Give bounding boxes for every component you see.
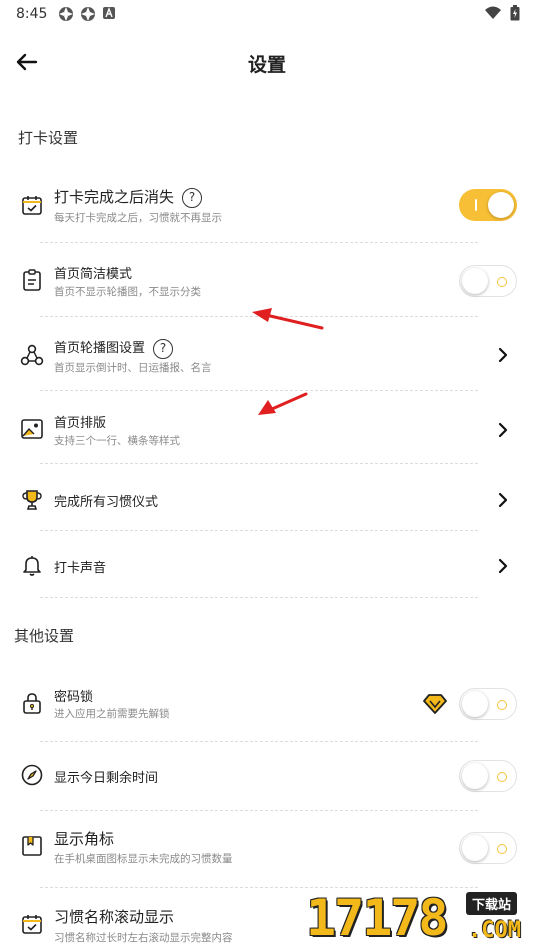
toggle-off-indicator: [497, 700, 507, 710]
app-bar: 设置: [0, 40, 534, 84]
notification-icons: [58, 6, 116, 22]
disappear-toggle[interactable]: [459, 189, 517, 221]
setting-title: 完成所有习惯仪式: [54, 495, 159, 510]
help-icon[interactable]: ?: [182, 187, 203, 208]
vip-diamond-icon[interactable]: [422, 693, 448, 715]
setting-title: 密码锁: [54, 690, 94, 705]
setting-subtitle: 每天打卡完成之后，习惯就不再显示: [54, 212, 222, 224]
watermark-logo: 17178 下载站 .COM: [306, 888, 534, 950]
setting-badge[interactable]: 显示角标 在手机桌面图标显示未完成的习惯数量: [0, 826, 534, 870]
setting-subtitle: 在手机桌面图标显示未完成的习惯数量: [54, 853, 233, 865]
system-icons: [484, 5, 520, 21]
watermark-digits: 17178: [306, 889, 449, 947]
simple-mode-toggle[interactable]: [459, 265, 517, 297]
setting-title: 首页排版: [54, 416, 107, 431]
page-title: 设置: [247, 54, 286, 76]
chevron-right-icon[interactable]: [494, 557, 512, 575]
setting-subtitle: 进入应用之前需要先解锁: [54, 708, 170, 720]
setting-subtitle: 支持三个一行、横条等样式: [54, 435, 180, 447]
annotation-arrow: [252, 308, 324, 330]
app-notification-icon: [81, 7, 95, 21]
clipboard-icon: [23, 269, 41, 291]
setting-title: 首页简洁模式: [54, 267, 133, 282]
password-lock-toggle[interactable]: [459, 688, 517, 720]
compass-icon: [21, 764, 43, 786]
bookmark-icon: [22, 836, 42, 856]
setting-title: 显示今日剩余时间: [54, 771, 159, 786]
trophy-icon: [22, 490, 42, 510]
divider: [40, 530, 478, 531]
toggle-on-indicator: [475, 199, 477, 211]
toggle-off-indicator: [497, 844, 507, 854]
badge-toggle[interactable]: [459, 832, 517, 864]
a-notification-icon: [103, 7, 115, 19]
wifi-icon: [485, 6, 501, 19]
toggle-knob: [462, 763, 488, 789]
setting-remaining-time[interactable]: 显示今日剩余时间: [0, 760, 534, 792]
setting-ritual[interactable]: 完成所有习惯仪式: [0, 484, 534, 516]
toggle-knob: [488, 192, 514, 218]
chevron-right-icon[interactable]: [494, 346, 512, 364]
divider: [40, 810, 478, 811]
calendar-check-icon: [22, 196, 42, 215]
section-title-other: 其他设置: [14, 627, 75, 645]
image-icon: [21, 419, 43, 439]
setting-title-text: 打卡完成之后消失: [54, 188, 175, 206]
calendar-check-icon: [22, 915, 42, 934]
divider: [40, 597, 478, 598]
status-bar: 8:45: [0, 0, 534, 28]
setting-subtitle: 习惯名称过长时左右滚动显示完整内容: [54, 932, 233, 944]
watermark-badge: 下载站: [466, 892, 518, 915]
remaining-time-toggle[interactable]: [459, 760, 517, 792]
toggle-knob: [462, 691, 488, 717]
toggle-off-indicator: [497, 277, 507, 287]
divider: [40, 242, 478, 243]
annotation-arrow: [258, 392, 308, 415]
setting-title: 打卡完成之后消失?: [54, 186, 203, 208]
setting-title: 首页轮播图设置?: [54, 337, 174, 359]
setting-subtitle: 首页不显示轮播图，不显示分类: [54, 286, 201, 298]
nodes-icon: [20, 344, 44, 366]
toggle-off-indicator: [497, 772, 507, 782]
battery-icon: [510, 5, 520, 21]
setting-title: 习惯名称滚动显示: [54, 908, 175, 926]
divider: [40, 741, 478, 742]
setting-title-text: 首页轮播图设置: [54, 341, 146, 356]
lock-icon: [23, 693, 41, 714]
setting-simple-mode[interactable]: 首页简洁模式 首页不显示轮播图，不显示分类: [0, 258, 534, 308]
toggle-knob: [462, 835, 488, 861]
setting-title: 打卡声音: [54, 561, 107, 576]
bell-icon: [23, 556, 41, 576]
app-notification-icon: [59, 7, 73, 21]
chevron-right-icon[interactable]: [494, 491, 512, 509]
section-title-checkin: 打卡设置: [18, 129, 79, 147]
setting-sound[interactable]: 打卡声音: [0, 550, 534, 582]
setting-disappear-after-checkin[interactable]: 打卡完成之后消失? 每天打卡完成之后，习惯就不再显示: [0, 180, 534, 232]
help-icon[interactable]: ?: [153, 338, 174, 359]
divider: [40, 463, 478, 464]
toggle-knob: [462, 268, 488, 294]
status-time: 8:45: [16, 6, 48, 22]
setting-password-lock[interactable]: 密码锁 进入应用之前需要先解锁: [0, 684, 534, 724]
setting-title: 显示角标: [54, 830, 115, 848]
setting-subtitle: 首页显示倒计时、日运播报、名言: [54, 362, 212, 374]
setting-carousel[interactable]: 首页轮播图设置? 首页显示倒计时、日运播报、名言: [0, 334, 534, 378]
chevron-right-icon[interactable]: [494, 421, 512, 439]
watermark-domain: .COM: [468, 918, 521, 943]
